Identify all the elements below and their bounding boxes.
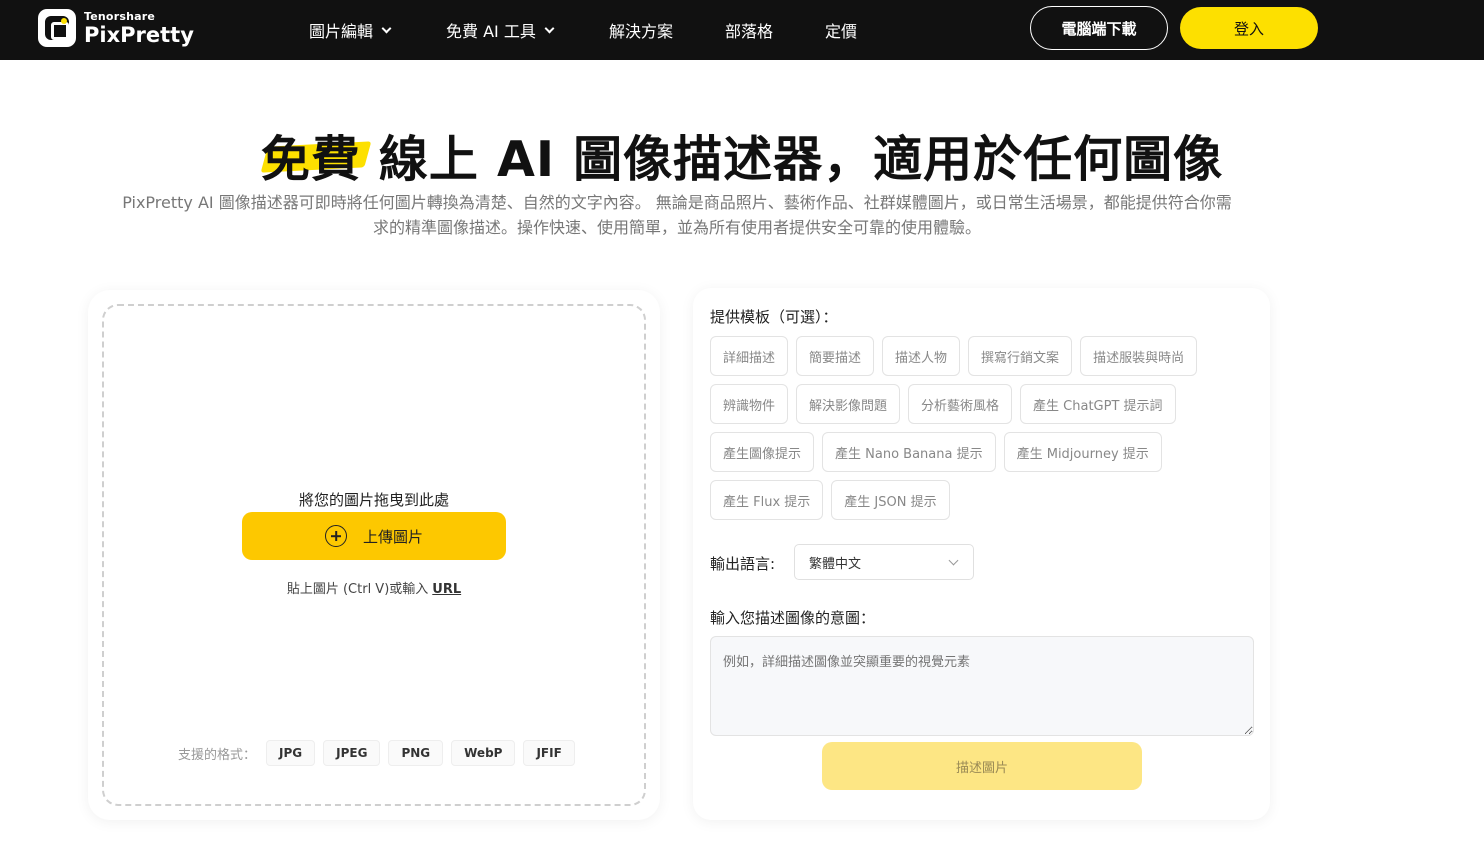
page-description: PixPretty AI 圖像描述器可即時將任何圖片轉換為清楚、自然的文字內容。… [122,193,1232,237]
image-dropzone[interactable]: 將您的圖片拖曳到此處 上傳圖片 貼上圖片 (Ctrl V)或輸入 URL 支援的格… [102,304,646,806]
desktop-download-button[interactable]: 電腦端下載 [1030,6,1168,50]
template-chip[interactable]: 產生 Flux 提示 [710,480,824,520]
logo-brand: Tenorshare [84,9,156,23]
logo-product: PixPretty [84,22,194,47]
template-label: 提供模板（可選）： [710,308,838,326]
language-label: 輸出語言: [710,555,776,573]
template-chip[interactable]: 描述人物 [882,336,961,376]
upload-card: 將您的圖片拖曳到此處 上傳圖片 貼上圖片 (Ctrl V)或輸入 URL 支援的格… [88,290,660,820]
nav-pricing[interactable]: 定價 [825,18,857,42]
plus-circle-icon [324,525,347,547]
drop-hint: 將您的圖片拖曳到此處 [298,491,449,509]
chevron-down-icon [544,23,555,33]
format-badge: JFIF [523,740,575,766]
template-chip[interactable]: 產生 JSON 提示 [831,480,950,520]
template-chip[interactable]: 辨識物件 [710,384,789,424]
template-chip[interactable]: 產生 ChatGPT 提示詞 [1020,384,1176,424]
describe-image-button[interactable]: 描述圖片 [822,742,1142,790]
template-chip[interactable]: 簡要描述 [796,336,875,376]
nav-free-ai-tools[interactable]: 免費 AI 工具 [446,18,555,42]
format-badge: JPEG [323,740,381,766]
nav-blog[interactable]: 部落格 [725,18,773,42]
logo[interactable]: Tenorshare PixPretty [38,9,194,47]
nav-image-editing[interactable]: 圖片編輯 [309,18,392,42]
format-badge: WebP [451,740,516,766]
paste-hint: 貼上圖片 (Ctrl V)或輸入 URL [286,582,462,597]
upload-image-button[interactable]: 上傳圖片 [242,512,506,560]
chevron-down-icon [948,555,959,566]
options-card: 提供模板（可選）： 詳細描述 簡要描述 描述人物 撰寫行銷文案 描述服裝與時尚 … [693,288,1270,820]
intent-label: 輸入您描述圖像的意圖： [710,609,876,627]
template-chips: 詳細描述 簡要描述 描述人物 撰寫行銷文案 描述服裝與時尚 辨識物件 解決影像問… [710,336,1250,528]
format-badge: PNG [388,740,444,766]
template-chip[interactable]: 撰寫行銷文案 [968,336,1073,376]
chevron-down-icon [381,23,392,33]
login-button[interactable]: 登入 [1180,7,1318,49]
template-chip[interactable]: 解決影像問題 [796,384,901,424]
template-chip[interactable]: 描述服裝與時尚 [1080,336,1198,376]
page-title: 免費 線上 AI 圖像描述器，適用於任何圖像 [0,120,1484,191]
template-chip[interactable]: 產生圖像提示 [710,432,815,472]
title-highlight: 免費 [261,120,361,191]
url-link[interactable]: URL [432,582,461,597]
supported-formats: 支援的格式： JPG JPEG PNG WebP JFIF [178,740,583,766]
template-chip[interactable]: 產生 Midjourney 提示 [1003,432,1162,472]
pixpretty-logo-icon [38,9,76,47]
nav-solutions[interactable]: 解決方案 [609,18,673,42]
template-chip[interactable]: 詳細描述 [710,336,789,376]
format-badge: JPG [266,740,316,766]
intent-input[interactable] [710,636,1254,736]
output-language-select[interactable]: 繁體中文 [794,544,974,580]
template-chip[interactable]: 產生 Nano Banana 提示 [822,432,996,472]
title-rest: 線上 AI 圖像描述器，適用於任何圖像 [360,131,1224,188]
top-navbar: Tenorshare PixPretty 圖片編輯 免費 AI 工具 解決方案 … [0,0,1484,60]
template-chip[interactable]: 分析藝術風格 [908,384,1013,424]
